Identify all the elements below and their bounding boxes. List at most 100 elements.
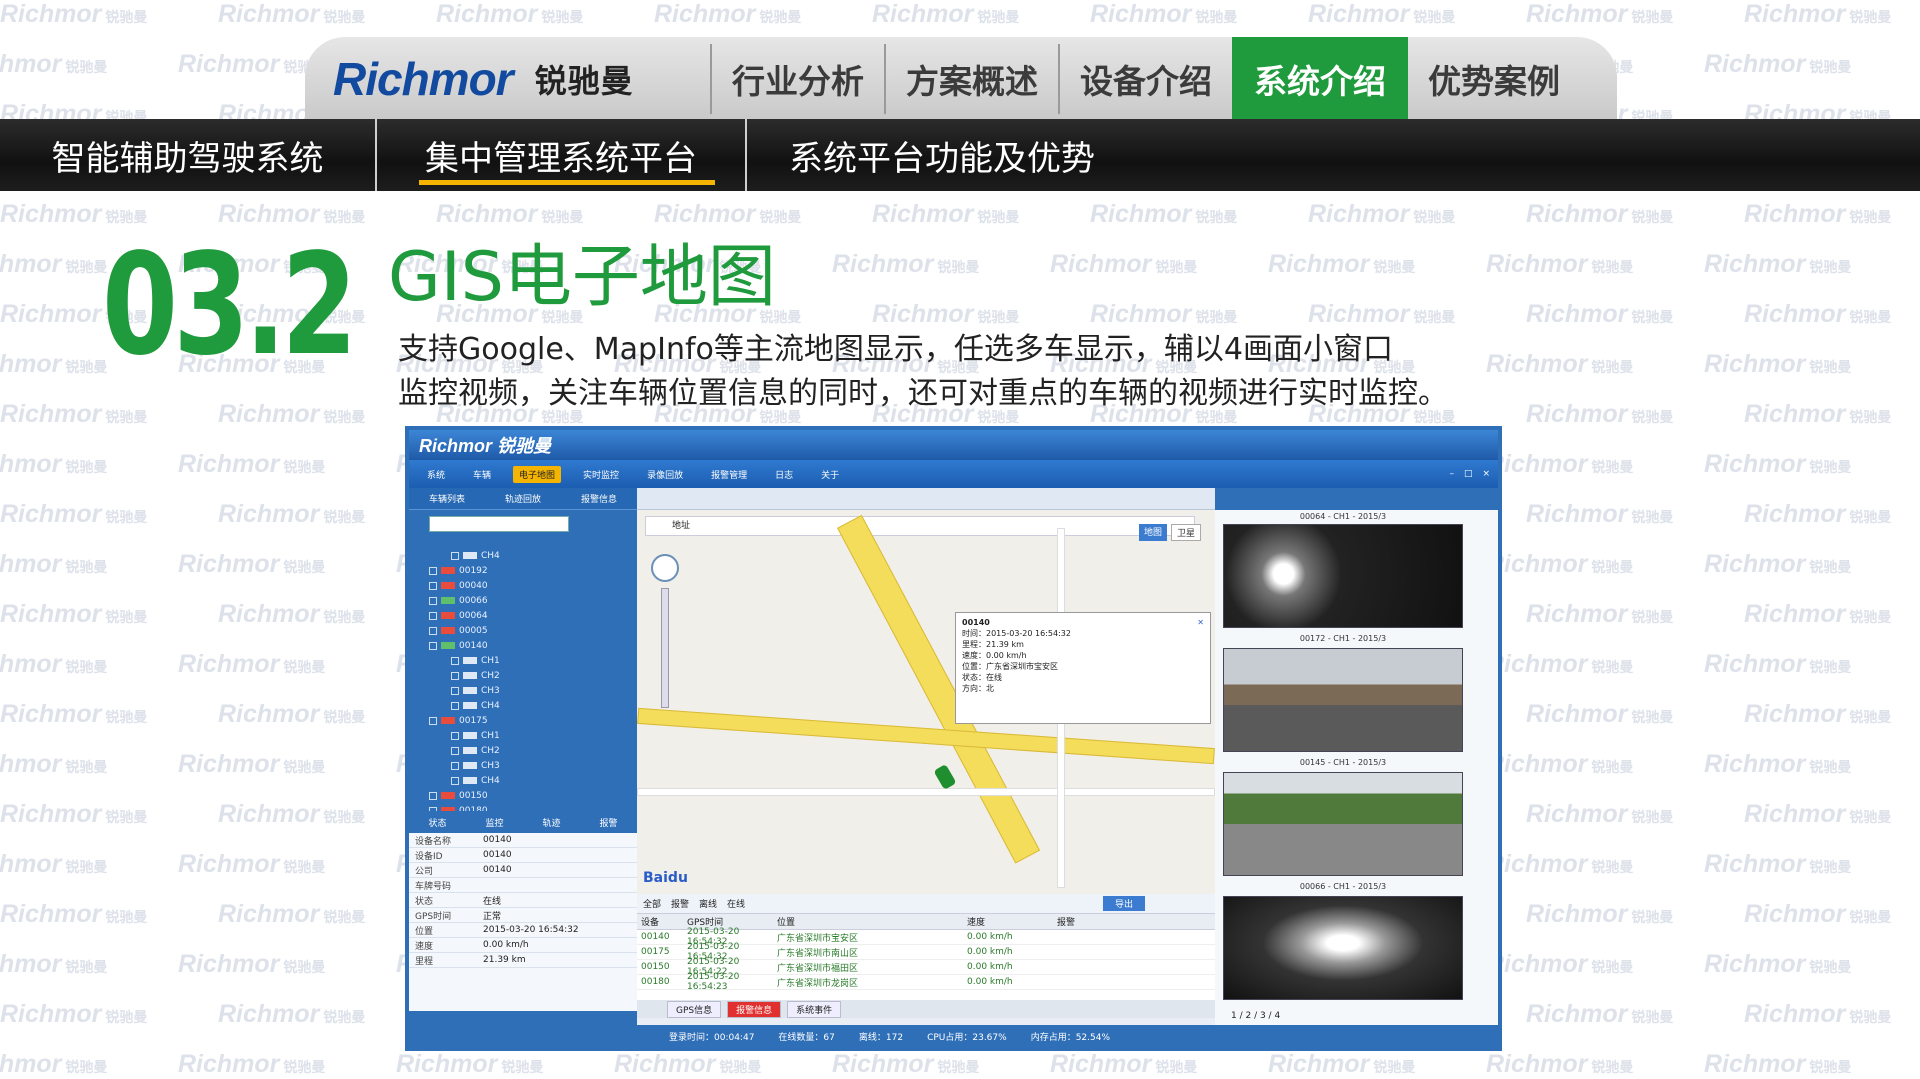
checkbox[interactable] [429,566,437,575]
tree-item[interactable]: CH3 [429,683,629,698]
column-header[interactable]: 位置 [777,915,967,928]
checkbox[interactable] [429,641,437,650]
app-menu-item[interactable]: 日志 [769,466,799,483]
info-key: 设备名称 [415,836,452,847]
tab-cases[interactable]: 优势案例 [1408,44,1580,114]
checkbox[interactable] [451,686,459,695]
tree-item[interactable]: CH4 [429,698,629,713]
tree-item[interactable]: 00005 [429,623,629,638]
tree-item[interactable]: CH2 [429,668,629,683]
tree-item[interactable]: 00192 [429,563,629,578]
map-road [637,788,1215,796]
tree-item[interactable]: CH4 [429,773,629,788]
app-menu-item[interactable]: 系统 [421,466,451,483]
table-filter[interactable]: 报警 [671,897,689,910]
table-filter[interactable]: 离线 [699,897,717,910]
map-view[interactable]: 地址 地图 卫星 00140 ✕ 时间：2015-03-20 16:54:32 … [637,488,1215,894]
app-menu-item[interactable]: 实时监控 [577,466,625,483]
video-window[interactable] [1223,524,1463,628]
vehicle-search-input[interactable] [429,516,569,532]
tab-system-intro[interactable]: 系统介绍 [1232,37,1408,121]
app-menu-item[interactable]: 关于 [815,466,845,483]
watermark-logo: Richmor锐驰曼 [1268,1050,1416,1078]
checkbox[interactable] [451,656,459,665]
pan-control-icon[interactable] [651,554,679,582]
watermark-logo: Richmor锐驰曼 [1744,900,1892,928]
info-tab[interactable]: 状态 [428,816,446,829]
watermark-logo: Richmor锐驰曼 [0,750,108,778]
watermark-logo: Richmor锐驰曼 [1704,650,1852,678]
table-tab[interactable]: GPS信息 [667,1000,722,1018]
map-address-input[interactable]: 地址 [645,516,1195,536]
checkbox[interactable] [451,701,459,710]
app-menu-item[interactable]: 报警管理 [705,466,753,483]
checkbox[interactable] [429,611,437,620]
map-type-satellite[interactable]: 卫星 [1170,524,1201,541]
checkbox[interactable] [429,581,437,590]
table-filter[interactable]: 在线 [727,897,745,910]
table-row[interactable]: 00180 2015-03-20 16:54:23 广东省深圳市龙岗区 0.00 km… [637,972,1215,992]
table-tab[interactable]: 报警信息 [727,1000,782,1018]
video-window[interactable] [1223,896,1463,1000]
close-icon[interactable]: ✕ [1197,617,1204,628]
checkbox[interactable] [451,551,459,560]
watermark-row: Richmor锐驰曼 Richmor锐驰曼 Richmor锐驰曼 Richmor锐驰曼… [0,1050,1920,1079]
app-menu-item[interactable]: 车辆 [467,466,497,483]
status-item: CPU占用：23.67% [927,1032,1007,1043]
tree-item[interactable]: 00064 [429,608,629,623]
vehicle-panel-tab[interactable]: 车辆列表 [429,492,465,505]
info-value: 21.39 km [483,955,526,965]
subtab-adas[interactable]: 智能辅助驾驶系统 [0,119,377,191]
tab-device-intro[interactable]: 设备介绍 [1058,44,1232,114]
checkbox[interactable] [451,731,459,740]
tree-item[interactable]: 00175 [429,713,629,728]
zoom-slider[interactable] [661,588,669,708]
checkbox[interactable] [451,671,459,680]
table-filter[interactable]: 全部 [643,897,661,910]
checkbox[interactable] [429,596,437,605]
table-tab[interactable]: 系统事件 [787,1000,842,1018]
vehicle-panel-tab[interactable]: 报警信息 [581,492,617,505]
vehicle-panel-tab[interactable]: 轨迹回放 [505,492,541,505]
column-header[interactable]: 报警 [1057,915,1177,928]
watermark-logo: Richmor锐驰曼 [1526,500,1674,528]
column-header[interactable]: 设备 [637,915,687,928]
tree-item[interactable]: CH4 [429,548,629,563]
tab-solution-overview[interactable]: 方案概述 [884,44,1058,114]
info-tab[interactable]: 监控 [485,816,503,829]
tab-industry-analysis[interactable]: 行业分析 [710,44,884,114]
checkbox[interactable] [429,716,437,725]
checkbox[interactable] [429,791,437,800]
minimize-icon[interactable]: – [1449,469,1454,479]
vehicle-marker-icon[interactable] [933,763,957,791]
subtab-central-platform[interactable]: 集中管理系统平台 [377,119,747,191]
video-window[interactable] [1223,648,1463,752]
tree-item[interactable]: CH3 [429,758,629,773]
tree-item[interactable]: 00150 [429,788,629,803]
video-window[interactable] [1223,772,1463,876]
info-row: 里程 21.39 km [409,953,637,968]
tree-item[interactable]: CH1 [429,728,629,743]
subtab-platform-features[interactable]: 系统平台功能及优势 [747,119,1137,191]
checkbox[interactable] [429,626,437,635]
checkbox[interactable] [451,746,459,755]
tree-item[interactable]: CH2 [429,743,629,758]
info-tab[interactable]: 报警 [599,816,617,829]
checkbox[interactable] [451,761,459,770]
tree-item[interactable]: 00066 [429,593,629,608]
video-label: 00066 - CH1 - 2015/3 [1299,882,1387,891]
tree-item[interactable]: 00140 [429,638,629,653]
close-icon[interactable]: × [1482,469,1490,479]
watermark-logo: Richmor锐驰曼 [614,1050,762,1078]
maximize-icon[interactable]: □ [1464,469,1473,479]
export-button[interactable]: 导出 [1102,896,1145,911]
info-tab[interactable]: 轨迹 [542,816,560,829]
app-menu-item[interactable]: 录像回放 [641,466,689,483]
tree-item[interactable]: 00040 [429,578,629,593]
tree-item[interactable]: CH1 [429,653,629,668]
app-menu-item[interactable]: 电子地图 [513,465,562,483]
checkbox[interactable] [451,776,459,785]
column-header[interactable]: 速度 [967,915,1057,928]
map-type-map[interactable]: 地图 [1138,524,1167,541]
video-pager[interactable]: 1 / 2 / 3 / 4 [1231,1011,1280,1021]
